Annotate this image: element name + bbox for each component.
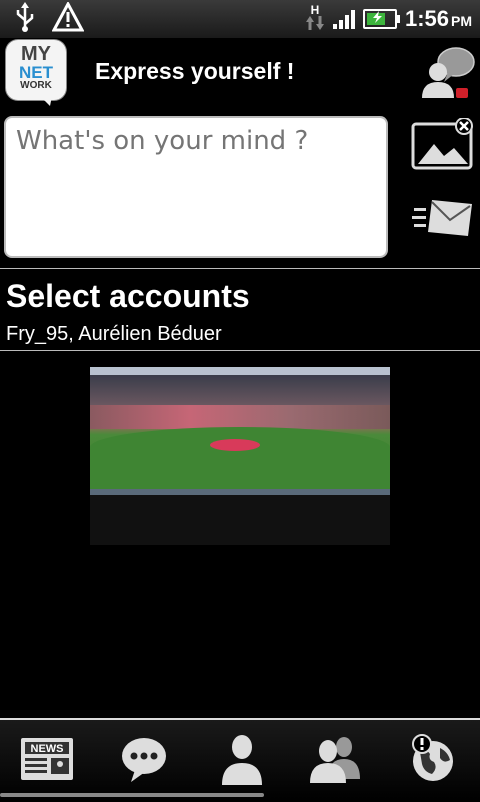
divider xyxy=(0,268,480,269)
clock: 1:56 PM xyxy=(404,6,472,31)
attached-photo[interactable] xyxy=(90,367,390,545)
profile-status-button[interactable] xyxy=(418,44,476,100)
people-icon[interactable] xyxy=(306,730,366,788)
globe-alert-icon[interactable] xyxy=(403,730,463,788)
network-type-indicator: H xyxy=(305,4,325,34)
divider xyxy=(0,350,480,351)
status-input[interactable] xyxy=(4,116,388,258)
battery-icon xyxy=(362,9,400,29)
svg-text:NEWS: NEWS xyxy=(31,743,64,755)
person-icon[interactable] xyxy=(212,730,272,788)
logo-tail xyxy=(40,96,52,106)
chat-bubble-icon[interactable] xyxy=(114,730,174,788)
signal-strength-icon xyxy=(332,9,355,29)
usb-icon xyxy=(14,1,36,37)
scroll-indicator xyxy=(0,793,480,797)
bottom-navigation: NEWS xyxy=(0,718,480,802)
page-title: Express yourself ! xyxy=(95,58,295,84)
news-icon[interactable]: NEWS xyxy=(17,730,77,788)
attach-photo-button[interactable] xyxy=(410,117,476,170)
send-button[interactable] xyxy=(410,196,476,240)
app-logo: MY NET WORK xyxy=(6,40,66,100)
status-bar: H 1:56 PM xyxy=(0,0,480,39)
select-accounts-heading[interactable]: Select accounts xyxy=(6,278,250,315)
selected-accounts-list[interactable]: Fry_95, Aurélien Béduer xyxy=(6,323,222,346)
warning-icon xyxy=(51,0,85,37)
